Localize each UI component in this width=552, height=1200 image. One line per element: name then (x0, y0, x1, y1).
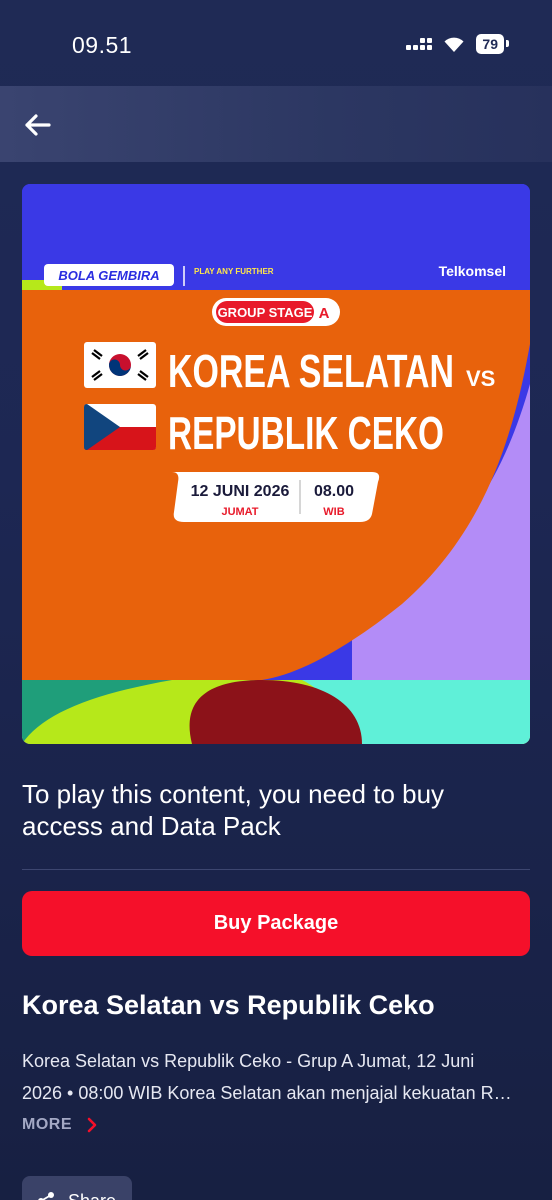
arrow-left-icon (25, 114, 51, 136)
chevron-right-icon (87, 1117, 97, 1133)
status-icons: 79 (406, 34, 509, 54)
share-label: Share (68, 1191, 116, 1200)
access-notice: To play this content, you need to buy ac… (22, 779, 445, 841)
battery-icon: 79 (476, 34, 509, 54)
share-button[interactable]: Share (22, 1176, 132, 1200)
content-title: Korea Selatan vs Republik Ceko (22, 990, 435, 1020)
content-description: Korea Selatan vs Republik Ceko - Grup A … (22, 1045, 532, 1109)
group-stage-badge: GROUP STAGE A (212, 298, 340, 326)
banner-art: BOLA GEMBIRA PLAY ANY FURTHER Telkomsel … (22, 184, 530, 744)
match-schedule-badge: 12 JUNI 2026 JUMAT 08.00 WIB (172, 472, 380, 522)
timezone-text: WIB (323, 506, 344, 518)
day-text: JUMAT (221, 506, 258, 518)
status-time: 09.51 (72, 32, 133, 58)
more-link[interactable]: MORE (22, 1116, 98, 1134)
korea-flag-icon (84, 342, 156, 388)
vs-text: VS (466, 366, 495, 391)
wifi-icon (444, 37, 464, 52)
more-label: MORE (22, 1116, 72, 1133)
stage-label: GROUP STAGE (218, 305, 313, 320)
team-away-text: REPUBLIK CEKO (168, 407, 444, 459)
app-bar (0, 86, 552, 162)
buy-package-button[interactable]: Buy Package (22, 891, 530, 956)
brand-left-text: BOLA GEMBIRA (58, 268, 159, 283)
divider (22, 869, 530, 870)
brand-left-logo: BOLA GEMBIRA (44, 264, 174, 286)
description-line-1: Korea Selatan vs Republik Ceko - Grup A … (22, 1051, 475, 1071)
group-letter: A (319, 305, 330, 322)
signal-icon (406, 38, 433, 50)
share-icon (38, 1192, 54, 1200)
brand-tag-text: PLAY ANY FURTHER (194, 267, 274, 276)
brand-right-text: Telkomsel (439, 263, 506, 279)
description-line-2: 2026 • 08:00 WIB Korea Selatan akan menj… (22, 1083, 512, 1103)
czech-flag-icon (84, 404, 156, 450)
date-text: 12 JUNI 2026 (191, 483, 290, 500)
status-bar: 09.51 79 (0, 0, 552, 86)
match-banner: BOLA GEMBIRA PLAY ANY FURTHER Telkomsel … (22, 184, 530, 744)
team-home-text: KOREA SELATAN (168, 345, 454, 397)
time-text: 08.00 (314, 483, 354, 500)
back-button[interactable] (18, 106, 56, 144)
